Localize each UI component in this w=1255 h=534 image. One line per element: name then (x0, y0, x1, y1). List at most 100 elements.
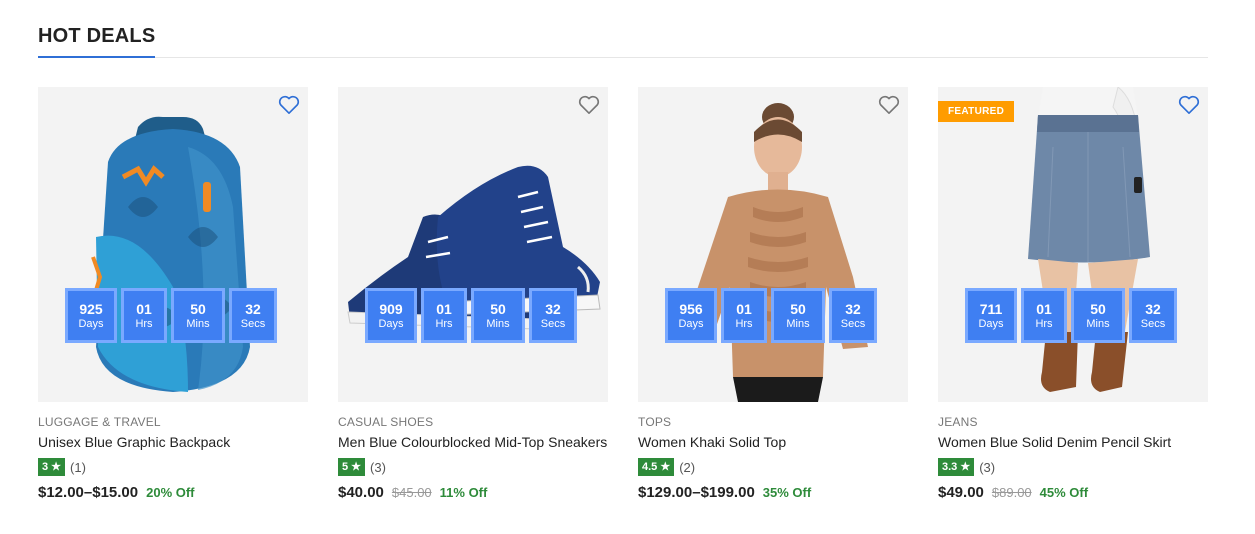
product-pricing: $40.00 $45.00 11% Off (338, 484, 487, 501)
product-price: $40.00 (338, 484, 384, 501)
product-price: $49.00 (938, 484, 984, 501)
countdown-unit: Secs (540, 317, 566, 330)
countdown-unit: Secs (1140, 317, 1166, 330)
countdown-unit: Secs (240, 317, 266, 330)
countdown-seconds: 32 Secs (229, 288, 277, 343)
countdown-value: 50 (1090, 300, 1106, 317)
product-rating: 3.3 ★ (3) (938, 458, 995, 476)
countdown-value: 925 (79, 300, 103, 317)
product-rating: 4.5 ★ (2) (638, 458, 695, 476)
countdown-unit: Hrs (735, 317, 753, 330)
rating-badge: 3.3 ★ (938, 458, 975, 476)
countdown-minutes: 50 Mins (1071, 288, 1125, 343)
countdown-value: 01 (1036, 300, 1052, 317)
countdown-unit: Mins (1086, 317, 1110, 330)
product-card[interactable]: FEATURED 711 Days 01 Hrs 50 Mins 32 Secs JEA… (938, 87, 1208, 507)
heart-icon[interactable] (578, 95, 600, 115)
discount-label: 35% Off (762, 485, 812, 500)
countdown-value: 32 (545, 300, 561, 317)
product-card[interactable]: 909 Days 01 Hrs 50 Mins 32 Secs CASUAL SHOES… (338, 87, 608, 507)
product-title[interactable]: Men Blue Colourblocked Mid-Top Sneakers (338, 434, 607, 450)
countdown-days: 711 Days (965, 288, 1017, 343)
khaki-top-image (688, 103, 868, 402)
countdown-unit: Days (378, 317, 404, 330)
review-count: (1) (70, 459, 86, 475)
product-grid: 925 Days 01 Hrs 50 Mins 32 Secs LUGGAGE & TR… (38, 87, 1208, 517)
countdown-unit: Days (78, 317, 104, 330)
countdown-minutes: 50 Mins (471, 288, 525, 343)
product-category[interactable]: TOPS (638, 415, 671, 429)
original-price: $45.00 (391, 485, 432, 500)
rating-badge: 5 ★ (338, 458, 366, 476)
product-title[interactable]: Women Blue Solid Denim Pencil Skirt (938, 434, 1171, 450)
countdown-value: 32 (245, 300, 261, 317)
countdown-value: 909 (379, 300, 403, 317)
countdown-unit: Days (978, 317, 1004, 330)
countdown-value: 32 (1145, 300, 1161, 317)
countdown-unit: Mins (186, 317, 210, 330)
countdown-hours: 01 Hrs (1021, 288, 1067, 343)
product-title[interactable]: Women Khaki Solid Top (638, 434, 786, 450)
countdown-timer: 956 Days 01 Hrs 50 Mins 32 Secs (665, 288, 877, 343)
product-category[interactable]: JEANS (938, 415, 978, 429)
countdown-seconds: 32 Secs (1129, 288, 1177, 343)
countdown-seconds: 32 Secs (829, 288, 877, 343)
countdown-value: 32 (845, 300, 861, 317)
featured-badge: FEATURED (938, 101, 1015, 122)
sneakers-image (347, 165, 601, 330)
countdown-timer: 711 Days 01 Hrs 50 Mins 32 Secs (965, 288, 1177, 343)
product-image[interactable]: FEATURED 711 Days 01 Hrs 50 Mins 32 Secs (938, 87, 1208, 402)
review-count: (2) (679, 459, 696, 475)
countdown-hours: 01 Hrs (421, 288, 467, 343)
rating-badge: 3 ★ (38, 458, 66, 476)
product-card[interactable]: 925 Days 01 Hrs 50 Mins 32 Secs LUGGAGE & TR… (38, 87, 308, 507)
countdown-unit: Days (678, 317, 704, 330)
product-card[interactable]: 956 Days 01 Hrs 50 Mins 32 Secs TOPS Women K… (638, 87, 908, 507)
countdown-minutes: 50 Mins (771, 288, 825, 343)
section-title: HOT DEALS (38, 22, 156, 58)
review-count: (3) (979, 459, 996, 475)
review-count: (3) (370, 459, 386, 475)
product-image[interactable]: 956 Days 01 Hrs 50 Mins 32 Secs (638, 87, 908, 402)
backpack-image (91, 116, 250, 392)
countdown-hours: 01 Hrs (721, 288, 767, 343)
countdown-value: 50 (790, 300, 806, 317)
product-category[interactable]: CASUAL SHOES (338, 415, 433, 429)
section-header: HOT DEALS (38, 22, 1208, 58)
countdown-value: 50 (190, 300, 206, 317)
original-price: $89.00 (991, 485, 1032, 500)
countdown-unit: Hrs (1035, 317, 1053, 330)
rating-badge: 4.5 ★ (638, 458, 675, 476)
countdown-hours: 01 Hrs (121, 288, 167, 343)
countdown-value: 50 (490, 300, 506, 317)
discount-label: 45% Off (1039, 485, 1089, 500)
discount-label: 11% Off (439, 485, 488, 500)
heart-icon[interactable] (878, 95, 900, 115)
countdown-days: 956 Days (665, 288, 717, 343)
countdown-unit: Mins (486, 317, 510, 330)
product-rating: 5 ★ (3) (338, 458, 386, 476)
product-pricing: $129.00–$199.00 35% Off (638, 484, 811, 501)
countdown-value: 956 (679, 300, 703, 317)
countdown-days: 925 Days (65, 288, 117, 343)
product-image[interactable]: 925 Days 01 Hrs 50 Mins 32 Secs (38, 87, 308, 402)
product-price: $12.00–$15.00 (38, 484, 139, 501)
discount-label: 20% Off (146, 485, 195, 500)
product-pricing: $49.00 $89.00 45% Off (938, 484, 1088, 501)
countdown-value: 711 (979, 300, 1003, 317)
product-rating: 3 ★ (1) (38, 458, 86, 476)
heart-icon[interactable] (1178, 95, 1200, 115)
countdown-value: 01 (436, 300, 452, 317)
product-title[interactable]: Unisex Blue Graphic Backpack (38, 434, 230, 450)
countdown-minutes: 50 Mins (171, 288, 225, 343)
countdown-unit: Mins (786, 317, 810, 330)
countdown-days: 909 Days (365, 288, 417, 343)
countdown-unit: Secs (840, 317, 866, 330)
countdown-timer: 909 Days 01 Hrs 50 Mins 32 Secs (365, 288, 577, 343)
product-category[interactable]: LUGGAGE & TRAVEL (38, 415, 161, 429)
product-price: $129.00–$199.00 (638, 484, 755, 501)
product-image[interactable]: 909 Days 01 Hrs 50 Mins 32 Secs (338, 87, 608, 402)
countdown-value: 01 (136, 300, 152, 317)
product-pricing: $12.00–$15.00 20% Off (38, 484, 195, 501)
heart-icon[interactable] (278, 95, 300, 115)
